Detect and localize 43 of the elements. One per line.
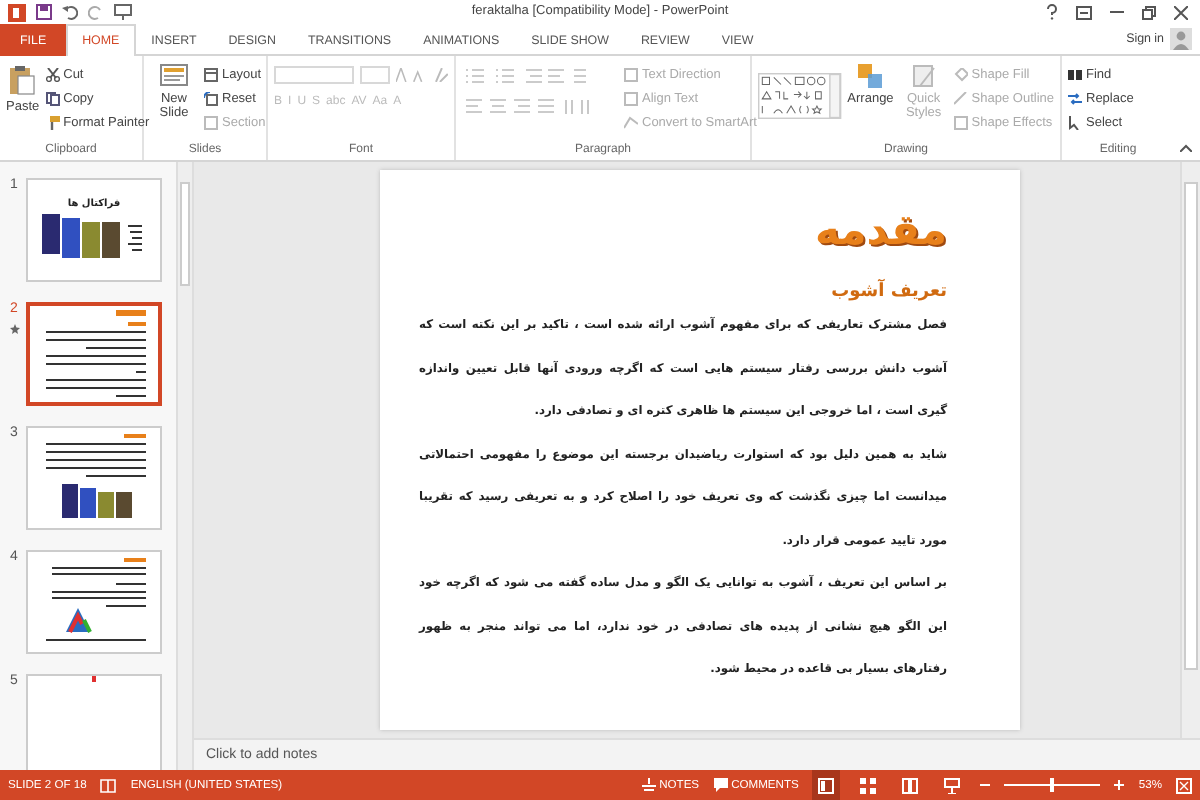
normal-view-button[interactable]: [812, 770, 841, 800]
copy-icon: [45, 91, 60, 105]
ribbon-display-icon[interactable]: [1076, 5, 1092, 19]
slide-scrollbar[interactable]: [1180, 162, 1200, 738]
fit-to-window-icon[interactable]: [1176, 777, 1192, 793]
book-icon: [902, 777, 919, 793]
photos-drawing: [42, 214, 146, 262]
grid-icon: [860, 777, 877, 793]
redo-icon[interactable]: [88, 4, 104, 20]
presentation-icon[interactable]: [114, 4, 132, 20]
slide-icon: [160, 64, 188, 88]
projector-icon: [944, 777, 961, 793]
slide-thumbnail[interactable]: [26, 550, 162, 654]
zoom-out-icon[interactable]: [980, 780, 991, 790]
layout-icon: [204, 67, 218, 81]
slide-subtitle: تعریف آشوب: [829, 278, 947, 306]
slide-title: مقدمه: [813, 204, 947, 258]
replace-icon: [1068, 91, 1082, 105]
slide-partial-drawing: [88, 676, 100, 684]
restore-icon[interactable]: [1142, 5, 1156, 19]
undo-icon[interactable]: [62, 4, 78, 20]
thumbnail-scrollbar[interactable]: [176, 162, 192, 770]
cursor-icon: [1068, 115, 1082, 129]
comment-icon: [713, 778, 728, 792]
plus-icon: [1114, 780, 1125, 790]
paintbrush-icon: [45, 115, 60, 129]
zoom-in-icon[interactable]: [1114, 780, 1125, 790]
slide-thumbnail[interactable]: [26, 302, 162, 406]
notes-icon: [641, 778, 656, 792]
close-icon[interactable]: [1174, 5, 1188, 19]
help-icon[interactable]: [1046, 4, 1058, 20]
minimize-icon[interactable]: [1110, 10, 1124, 14]
clipboard-icon: [8, 64, 37, 96]
arrange-icon: [858, 64, 883, 88]
slide-thumbnail[interactable]: [26, 674, 162, 770]
collapse-ribbon-icon[interactable]: [1180, 144, 1192, 152]
slide-thumbnail[interactable]: [26, 426, 162, 530]
quick-styles-icon: [911, 64, 936, 88]
minus-icon: [980, 780, 991, 790]
save-icon[interactable]: [36, 4, 52, 20]
scissors-icon: [45, 67, 60, 81]
reset-icon: [204, 91, 218, 105]
normal-view-icon: [818, 777, 835, 793]
